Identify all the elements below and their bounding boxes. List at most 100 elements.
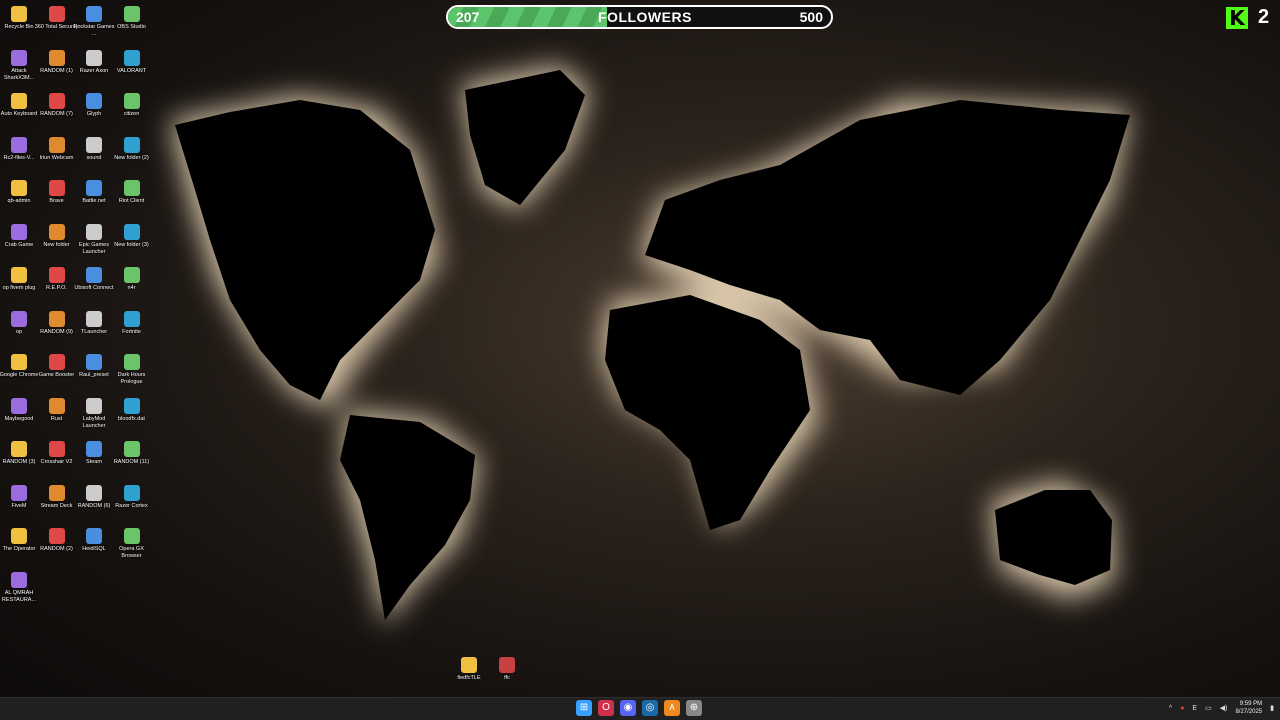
- desktop-file-icon[interactable]: ffc: [488, 655, 526, 697]
- desktop-icon[interactable]: RANDOM (2): [38, 526, 76, 568]
- desktop-icon[interactable]: Raul_preset: [75, 352, 113, 394]
- desktop-icon[interactable]: Opera GX Browser: [113, 526, 151, 568]
- desktop-icon[interactable]: Crab Game: [0, 222, 38, 264]
- steam-icon[interactable]: ◎: [642, 700, 658, 716]
- app-icon: [123, 136, 140, 153]
- desktop-icon[interactable]: n4r: [113, 265, 151, 307]
- desktop-icon[interactable]: RANDOM (7): [38, 91, 76, 133]
- desktop-icon[interactable]: RANDOM (3): [0, 439, 38, 481]
- notification-icon[interactable]: ▮: [1270, 704, 1274, 712]
- desktop-icon-label: New folder (3): [114, 241, 149, 248]
- app-icon: [11, 310, 27, 327]
- app-icon: [11, 49, 27, 66]
- app-icon: [86, 180, 102, 196]
- desktop-icon[interactable]: New folder (3): [113, 222, 151, 264]
- goal-current-count: 207: [456, 9, 480, 25]
- app-icon: [86, 93, 102, 109]
- desktop-icon[interactable]: Battle.net: [75, 178, 113, 220]
- clock-date: 8/27/2025: [1235, 709, 1263, 715]
- tray-chevron-icon[interactable]: ^: [1169, 705, 1172, 712]
- desktop-icon[interactable]: Google Chrome: [0, 352, 38, 394]
- desktop-icon[interactable]: Fortnite: [113, 309, 151, 351]
- desktop-icon[interactable]: sound: [75, 135, 113, 177]
- app-icon: [123, 223, 140, 240]
- desktop-icon[interactable]: Ubisoft Connect: [74, 265, 114, 307]
- desktop-icon[interactable]: R.E.P.O.: [38, 265, 76, 307]
- app-icon: [11, 354, 27, 370]
- desktop-icon[interactable]: Steam: [75, 439, 113, 481]
- desktop-icon[interactable]: bloodfx.dat: [113, 396, 151, 438]
- app-icon: [123, 310, 140, 327]
- app-icon: [48, 180, 65, 196]
- app-icon: [123, 180, 140, 196]
- kick-viewer-count: 2: [1258, 6, 1270, 28]
- desktop-icon[interactable]: TLauncher: [75, 309, 113, 351]
- desktop-icon[interactable]: Razer Cortex: [113, 483, 151, 525]
- desktop-icon[interactable]: op: [0, 309, 38, 351]
- desktop-icon[interactable]: Auto Keyboard: [0, 91, 38, 133]
- desktop-icon[interactable]: citizen: [113, 91, 151, 133]
- desktop-icon[interactable]: HeidiSQL: [75, 526, 113, 568]
- folder-icon: [461, 657, 477, 673]
- desktop-icon[interactable]: Crosshair V2: [38, 439, 76, 481]
- desktop-icon-label: VALORANT: [116, 67, 147, 74]
- app-icon: [11, 441, 27, 457]
- desktop-icon[interactable]: Iriun Webcam: [38, 135, 76, 177]
- system-tray: ^ ● E ▭ ◀) 9:59 PM 8/27/2025 ▮: [1169, 700, 1274, 716]
- desktop-icon[interactable]: The Operator: [0, 526, 38, 568]
- taskbar: ⊞ O ◉ ◎ ∧ ⊕ ^ ● E ▭ ◀) 9:59 PM 8/27/2025 ▮: [0, 697, 1280, 720]
- app-icon: [48, 528, 65, 544]
- desktop-icon[interactable]: Razer Axon: [75, 48, 113, 90]
- desktop-icon[interactable]: Epic Games Launcher: [75, 222, 113, 264]
- clock[interactable]: 9:59 PM 8/27/2025: [1235, 700, 1262, 716]
- app-icon: [123, 93, 140, 109]
- app-icon: [11, 6, 27, 22]
- app-icon: [48, 49, 65, 66]
- app-icon: [11, 397, 27, 414]
- desktop-icon[interactable]: AL QMRAH RESTAURA...: [0, 570, 38, 612]
- desktop-icon[interactable]: FiveM: [0, 483, 38, 525]
- desktop-icon[interactable]: Brave: [38, 178, 76, 220]
- opera-gx-icon[interactable]: O: [598, 700, 614, 716]
- desktop-icon-label: AL QMRAH RESTAURA...: [1, 589, 37, 603]
- network-icon[interactable]: ▭: [1205, 704, 1212, 712]
- desktop-icon[interactable]: New folder (2): [113, 135, 151, 177]
- desktop-icon[interactable]: RANDOM (9): [38, 309, 76, 351]
- language-indicator[interactable]: E: [1192, 705, 1197, 712]
- desktop-icon[interactable]: RANDOM (6): [75, 483, 113, 525]
- desktop-file-icon[interactable]: fiedfcTLE: [450, 655, 488, 697]
- app-icon: [11, 571, 27, 588]
- desktop-icon[interactable]: Stream Deck: [38, 483, 76, 525]
- desktop-icon[interactable]: qb-admin: [0, 178, 38, 220]
- desktop-icon[interactable]: Glyph: [75, 91, 113, 133]
- desktop-icon[interactable]: Rc2-files-V...: [0, 135, 38, 177]
- microphone-icon[interactable]: ●: [1180, 705, 1184, 712]
- desktop-icon[interactable]: op fivem plug: [0, 265, 38, 307]
- desktop-icon[interactable]: Dark Hours Prologue: [113, 352, 151, 394]
- desktop-icon[interactable]: 360 Total Security: [35, 4, 78, 46]
- desktop-icon[interactable]: Attack SharkX3M...: [0, 48, 38, 90]
- desktop-icon[interactable]: Game Booster: [38, 352, 76, 394]
- desktop-icon[interactable]: RANDOM (1): [38, 48, 76, 90]
- desktop-icon[interactable]: Recycle Bin: [0, 4, 38, 46]
- desktop-icon-label: Riot Client: [118, 198, 145, 204]
- desktop-icon[interactable]: Riot Client: [113, 178, 151, 220]
- desktop-icon[interactable]: Rust: [38, 396, 76, 438]
- app-icon: [11, 223, 27, 240]
- windows-start-icon[interactable]: ⊞: [576, 700, 592, 716]
- desktop-icon[interactable]: VALORANT: [113, 48, 151, 90]
- desktop-icon[interactable]: RANDOM (11): [113, 439, 151, 481]
- desktop-icon[interactable]: Maybegood: [0, 396, 38, 438]
- world-map-wallpaper: [170, 65, 1130, 625]
- app-icon: [123, 528, 140, 544]
- discord-icon[interactable]: ◉: [620, 700, 636, 716]
- fivem-icon[interactable]: ∧: [664, 700, 680, 716]
- desktop-icon[interactable]: OBS Studio: [113, 4, 151, 46]
- crosshair-icon[interactable]: ⊕: [686, 700, 702, 716]
- desktop-icon[interactable]: LabyMod Launcher: [75, 396, 113, 438]
- volume-icon[interactable]: ◀): [1220, 704, 1228, 712]
- desktop-icon[interactable]: Rockstar Games ...: [74, 4, 114, 46]
- app-icon: [86, 136, 102, 153]
- desktop-icon[interactable]: New folder: [38, 222, 76, 264]
- archive-icon: [499, 657, 515, 673]
